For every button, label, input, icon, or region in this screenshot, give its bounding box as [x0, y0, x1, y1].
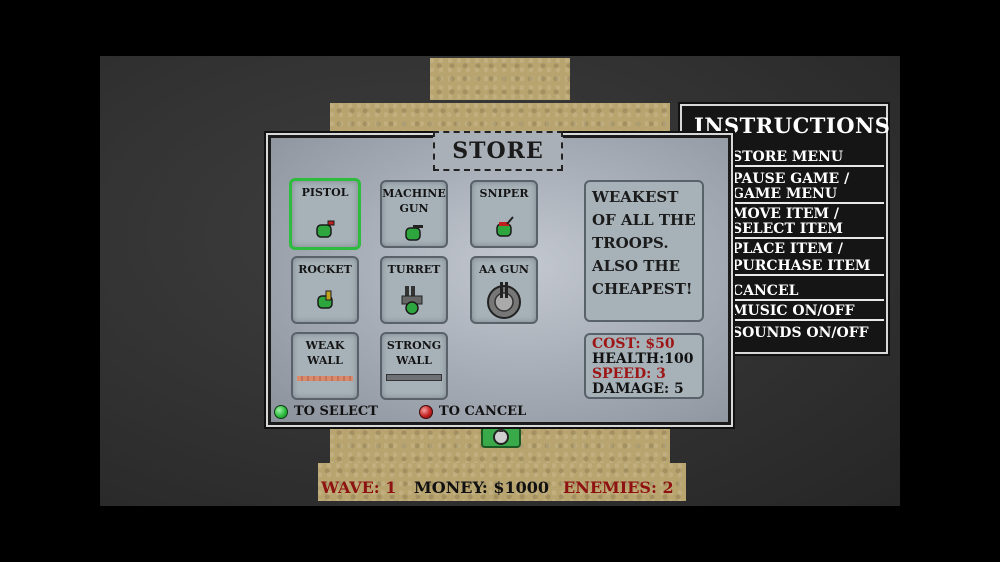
stat-speed: SPEED: 3	[592, 366, 666, 382]
instruction-store-menu: STORE MENU	[732, 150, 884, 167]
select-hint: TO SELECT	[294, 404, 378, 419]
item-label: PISTOL	[301, 186, 349, 199]
instruction-pause-game: PAUSE GAME /	[732, 171, 850, 187]
item-label: SNIPER	[479, 187, 529, 200]
money-counter: MONEY: $1000	[414, 478, 550, 497]
instruction-game-menu: GAME MENU	[732, 187, 884, 204]
item-description-panel: WEAKEST OF ALL THE TROOPS. ALSO THE CHEA…	[584, 180, 704, 322]
store-item-aa-gun[interactable]: AA GUN	[470, 256, 538, 324]
hud-bar: WAVE: 1 MONEY: $1000 ENEMIES: 2	[318, 463, 686, 501]
description-line: OF ALL THE	[592, 211, 696, 229]
description-line: CHEAPEST!	[592, 280, 693, 298]
store-item-turret[interactable]: TURRET	[380, 256, 448, 324]
tank-sprite	[481, 424, 521, 448]
pistol-icon	[316, 220, 335, 238]
item-label: ROCKET	[298, 263, 352, 276]
cancel-hint: TO CANCEL	[439, 404, 527, 419]
strong-wall-icon	[386, 374, 442, 381]
instruction-cancel: CANCEL	[732, 284, 884, 301]
instruction-select-item: SELECT ITEM	[732, 222, 884, 239]
stat-cost: COST: $50	[592, 336, 675, 352]
description-line: TROOPS.	[592, 234, 669, 252]
store-item-sniper[interactable]: SNIPER	[470, 180, 538, 248]
aa-gun-icon	[487, 282, 521, 319]
instruction-place-item: PLACE ITEM /	[732, 241, 844, 257]
store-item-weak-wall[interactable]: WEAK WALL	[291, 332, 359, 400]
b-button-icon	[419, 405, 433, 419]
item-label: TURRET	[387, 263, 441, 276]
instruction-move-item: MOVE ITEM /	[732, 206, 839, 222]
store-item-pistol[interactable]: PISTOL	[289, 178, 361, 250]
item-label: MACHINE GUN	[382, 187, 446, 215]
wave-counter: WAVE: 1	[321, 478, 397, 497]
description-line: WEAKEST	[592, 188, 679, 206]
store-item-strong-wall[interactable]: STRONG WALL	[380, 332, 448, 400]
item-stats-panel: COST: $50 HEALTH:100 SPEED: 3 DAMAGE: 5	[584, 333, 704, 399]
store-item-machine-gun[interactable]: MACHINE GUN	[380, 180, 448, 248]
machine-gun-icon	[405, 225, 423, 241]
instruction-sounds: SOUNDS ON/OFF	[732, 325, 869, 341]
description-line: ALSO THE	[592, 257, 681, 275]
stat-health: HEALTH:100	[592, 351, 694, 367]
store-item-rocket[interactable]: ROCKET	[291, 256, 359, 324]
turret-icon	[401, 286, 423, 315]
store-title: STORE	[433, 131, 563, 171]
stat-damage: DAMAGE: 5	[592, 381, 684, 397]
item-label: AA GUN	[479, 263, 529, 276]
item-label: STRONG WALL	[386, 339, 442, 367]
instruction-music: MUSIC ON/OFF	[732, 304, 884, 321]
sniper-icon	[496, 216, 514, 237]
weak-wall-icon	[297, 376, 353, 381]
rocket-icon	[317, 290, 333, 309]
enemies-counter: ENEMIES: 2	[563, 478, 674, 497]
item-label: WEAK WALL	[305, 339, 345, 367]
sand-path-top	[430, 58, 570, 100]
instruction-purchase-item: PURCHASE ITEM	[732, 259, 884, 276]
a-button-icon	[274, 405, 288, 419]
